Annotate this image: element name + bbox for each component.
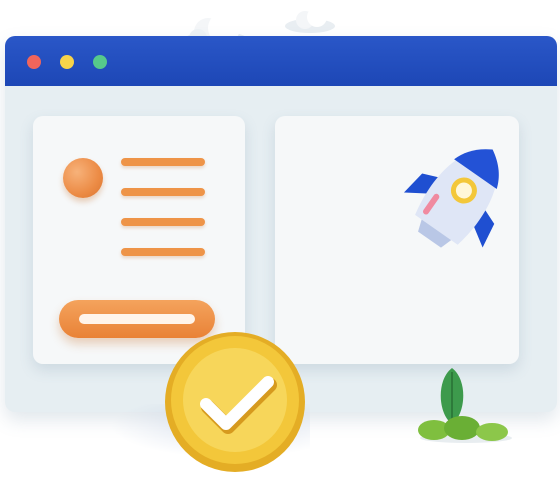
- avatar-icon: [63, 158, 103, 198]
- illustration: [0, 0, 560, 482]
- action-button-label-placeholder: [79, 314, 195, 324]
- text-line-placeholder: [121, 248, 205, 256]
- check-coin-icon: [165, 332, 305, 472]
- plant-icon: [418, 368, 512, 443]
- cloud-icon: [285, 7, 335, 33]
- profile-card: [33, 116, 245, 364]
- maximize-dot-icon: [93, 55, 107, 69]
- minimize-dot-icon: [60, 55, 74, 69]
- text-line-placeholder: [121, 188, 205, 196]
- rocket-icon: [403, 149, 499, 248]
- text-line-placeholder: [121, 158, 205, 166]
- close-dot-icon: [27, 55, 41, 69]
- text-line-placeholder: [121, 218, 205, 226]
- window-titlebar: [5, 36, 557, 86]
